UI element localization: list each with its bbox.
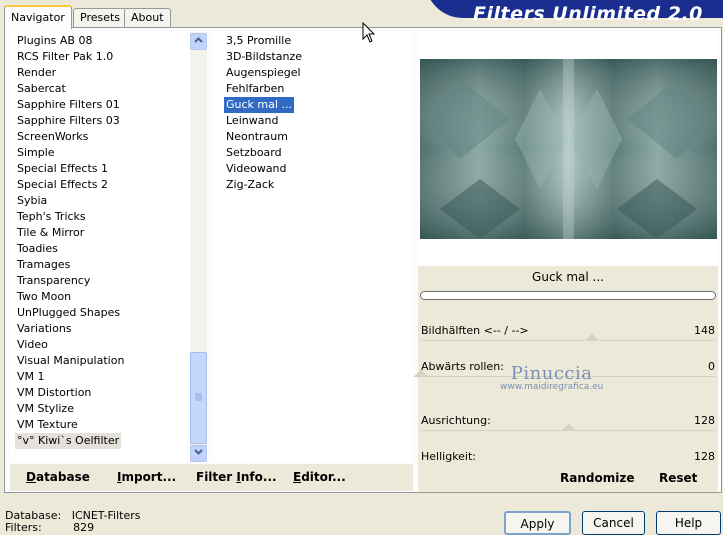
category-scrollbar[interactable] <box>190 32 207 462</box>
database-button[interactable]: Database <box>26 470 90 484</box>
filter-item[interactable]: Zig-Zack <box>224 177 276 193</box>
category-item[interactable]: ScreenWorks <box>15 129 90 145</box>
chevron-up-icon <box>194 37 203 43</box>
scroll-thumb[interactable] <box>190 352 207 444</box>
param-label: Bildhälften <-- / --> <box>421 324 529 337</box>
category-item[interactable]: Transparency <box>15 273 92 289</box>
param-value: 128 <box>694 450 715 463</box>
category-item[interactable]: Simple <box>15 145 57 161</box>
filter-item[interactable]: Guck mal ... <box>224 97 294 113</box>
cancel-button[interactable]: Cancel <box>582 511 645 535</box>
category-item[interactable]: Visual Manipulation <box>15 353 126 369</box>
category-item[interactable]: Tramages <box>15 257 72 273</box>
filter-item[interactable]: Setzboard <box>224 145 284 161</box>
category-item[interactable]: Variations <box>15 321 74 337</box>
filter-info-button[interactable]: Filter Info... <box>196 470 277 484</box>
category-item[interactable]: UnPlugged Shapes <box>15 305 122 321</box>
category-item[interactable]: VM Distortion <box>15 385 93 401</box>
tab-presets[interactable]: Presets <box>73 8 128 27</box>
brand-banner: Filters Unlimited 2.0 <box>425 0 723 24</box>
param-value: 128 <box>694 414 715 427</box>
param-helligkeit[interactable]: Helligkeit: 128 <box>418 448 718 468</box>
category-item[interactable]: Special Effects 1 <box>15 161 110 177</box>
filter-list[interactable]: 3,5 Promille 3D-Bildstanze Augenspiegel Feh… <box>214 32 413 462</box>
param-ausrichtung[interactable]: Ausrichtung: 128 <box>418 412 718 448</box>
filter-item[interactable]: Augenspiegel <box>224 65 303 81</box>
category-item[interactable]: Toadies <box>15 241 60 257</box>
tab-navigator[interactable]: Navigator <box>4 5 72 29</box>
filter-item[interactable]: Neontraum <box>224 129 290 145</box>
mouse-cursor-icon <box>362 22 376 43</box>
watermark-url: www.maidiregrafica.eu <box>500 382 604 392</box>
watermark: Pinuccia www.maidiregrafica.eu <box>500 363 603 392</box>
param-bildhaelften[interactable]: Bildhälften <-- / --> 148 <box>418 322 718 358</box>
filter-item[interactable]: Videowand <box>224 161 289 177</box>
slider-thumb[interactable] <box>413 370 429 377</box>
filter-item[interactable]: Fehlfarben <box>224 81 286 97</box>
reset-button[interactable]: Reset <box>659 471 697 485</box>
category-item[interactable]: VM 1 <box>15 369 47 385</box>
filter-item[interactable]: 3,5 Promille <box>224 33 293 49</box>
category-item[interactable]: Sybia <box>15 193 49 209</box>
navigator-toolbar: Database Import... Filter Info... Editor… <box>10 464 413 491</box>
randomize-button[interactable]: Randomize <box>560 471 634 485</box>
category-item[interactable]: Tile & Mirror <box>15 225 86 241</box>
import-button[interactable]: Import... <box>117 470 176 484</box>
preview-image <box>420 59 717 239</box>
category-item[interactable]: Sapphire Filters 01 <box>15 97 122 113</box>
category-item[interactable]: °v° Kiwi`s Oelfilter <box>15 433 122 449</box>
tab-about[interactable]: About <box>124 8 171 27</box>
filter-item[interactable]: Leinwand <box>224 113 280 129</box>
param-label: Ausrichtung: <box>421 414 491 427</box>
param-value: 148 <box>694 324 715 337</box>
category-item[interactable]: Sabercat <box>15 81 68 97</box>
category-item[interactable]: Teph's Tricks <box>15 209 88 225</box>
filter-item[interactable]: 3D-Bildstanze <box>224 49 304 65</box>
grip-icon <box>195 393 202 401</box>
category-item[interactable]: VM Texture <box>15 417 80 433</box>
scroll-up-button[interactable] <box>190 33 207 50</box>
scroll-down-button[interactable] <box>190 445 207 462</box>
editor-button[interactable]: Editor... <box>293 470 346 484</box>
category-item[interactable]: VM Stylize <box>15 401 76 417</box>
param-value: 0 <box>708 360 715 373</box>
progress-bar <box>420 291 716 300</box>
category-item[interactable]: Special Effects 2 <box>15 177 110 193</box>
category-item[interactable]: Two Moon <box>15 289 73 305</box>
chevron-down-icon <box>194 449 203 455</box>
current-filter-name: Guck mal ... <box>532 270 604 284</box>
slider-track[interactable] <box>421 340 715 346</box>
category-item[interactable]: RCS Filter Pak 1.0 <box>15 49 115 65</box>
category-item[interactable]: Plugins AB 08 <box>15 33 94 49</box>
help-button[interactable]: Help <box>656 511 721 535</box>
category-item[interactable]: Render <box>15 65 58 81</box>
category-item[interactable]: Video <box>15 337 50 353</box>
slider-thumb[interactable] <box>560 424 577 431</box>
category-list[interactable]: Plugins AB 08 RCS Filter Pak 1.0 Render Sab… <box>10 32 190 462</box>
status-filters-count: Filters: 829 <box>5 521 95 534</box>
param-label: Helligkeit: <box>421 450 477 463</box>
category-item[interactable]: Sapphire Filters 03 <box>15 113 122 129</box>
apply-button[interactable]: Apply <box>504 511 571 535</box>
param-label: Abwärts rollen: <box>421 360 504 373</box>
watermark-title: Pinuccia <box>510 363 593 384</box>
slider-thumb[interactable] <box>583 334 600 341</box>
